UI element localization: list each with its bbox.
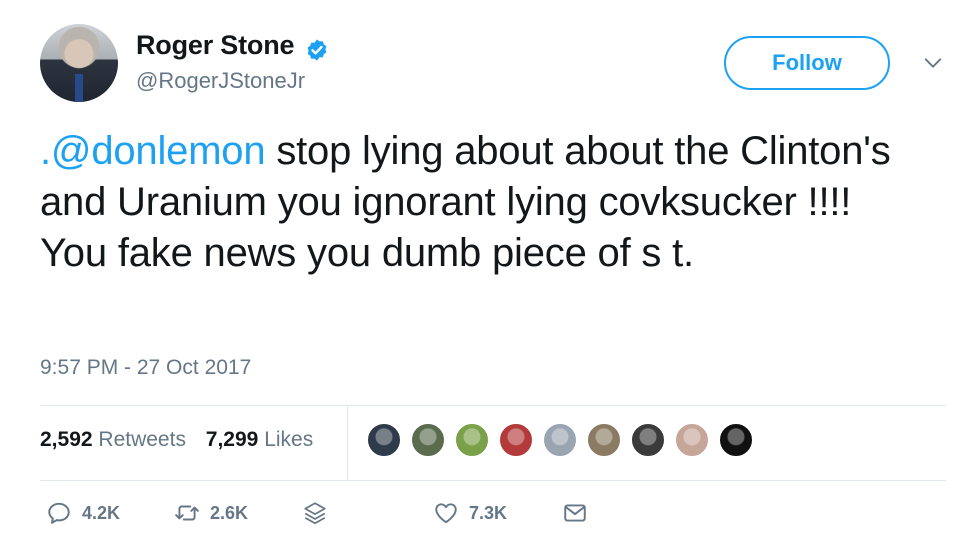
tweet-timestamp[interactable]: 9:57 PM - 27 Oct 2017 [40, 356, 251, 380]
liker-avatar[interactable] [498, 422, 534, 458]
liker-avatars [366, 422, 762, 458]
tweet-actions: 4.2K 2.6K 7.3K [40, 500, 950, 540]
retweet-button[interactable]: 2.6K [174, 500, 248, 526]
reply-count: 4.2K [82, 502, 121, 523]
retweet-icon [175, 505, 199, 521]
likes-label: Likes [264, 428, 314, 451]
liker-avatar[interactable] [542, 422, 578, 458]
reply-button[interactable]: 4.2K [46, 500, 120, 526]
follow-button[interactable]: Follow [724, 36, 890, 90]
liker-avatar[interactable] [630, 422, 666, 458]
user-handle[interactable]: @RogerJStoneJr [136, 68, 329, 94]
liker-avatar[interactable] [410, 422, 446, 458]
tweet-stats: 2,592 Retweets 7,299 Likes [40, 428, 327, 452]
avatar-tie [75, 74, 83, 102]
heart-icon [435, 503, 457, 524]
retweets-stat[interactable]: 2,592 Retweets [40, 428, 186, 451]
like-button[interactable]: 7.3K [433, 500, 507, 526]
moments-button[interactable] [302, 500, 338, 526]
verified-badge-icon [307, 39, 327, 61]
liker-avatar[interactable] [366, 422, 402, 458]
avatar[interactable] [40, 24, 118, 102]
stats-divider [347, 405, 348, 480]
like-count: 7.3K [469, 502, 508, 523]
chevron-down-icon[interactable] [922, 52, 944, 74]
liker-avatar[interactable] [674, 422, 710, 458]
tweet-text: .@donlemon stop lying about about the Cl… [40, 126, 920, 279]
liker-avatar[interactable] [586, 422, 622, 458]
layers-icon [304, 502, 326, 525]
likes-count: 7,299 [205, 428, 259, 451]
display-name[interactable]: Roger Stone [136, 30, 295, 60]
user-info: Roger Stone @RogerJStoneJr [136, 30, 329, 94]
divider [40, 480, 946, 481]
likes-stat[interactable]: 7,299 Likes [206, 428, 313, 451]
retweet-count: 2.6K [210, 502, 249, 523]
liker-avatar[interactable] [454, 422, 490, 458]
liker-avatar[interactable] [718, 422, 754, 458]
envelope-icon [564, 504, 586, 522]
retweets-label: Retweets [98, 428, 186, 451]
tweet-header: Roger Stone @RogerJStoneJr Follow [40, 24, 950, 104]
divider [40, 405, 946, 406]
mention-link[interactable]: .@donlemon [40, 129, 266, 173]
direct-message-button[interactable] [562, 500, 598, 526]
reply-icon [48, 502, 70, 524]
retweets-count: 2,592 [40, 428, 93, 451]
